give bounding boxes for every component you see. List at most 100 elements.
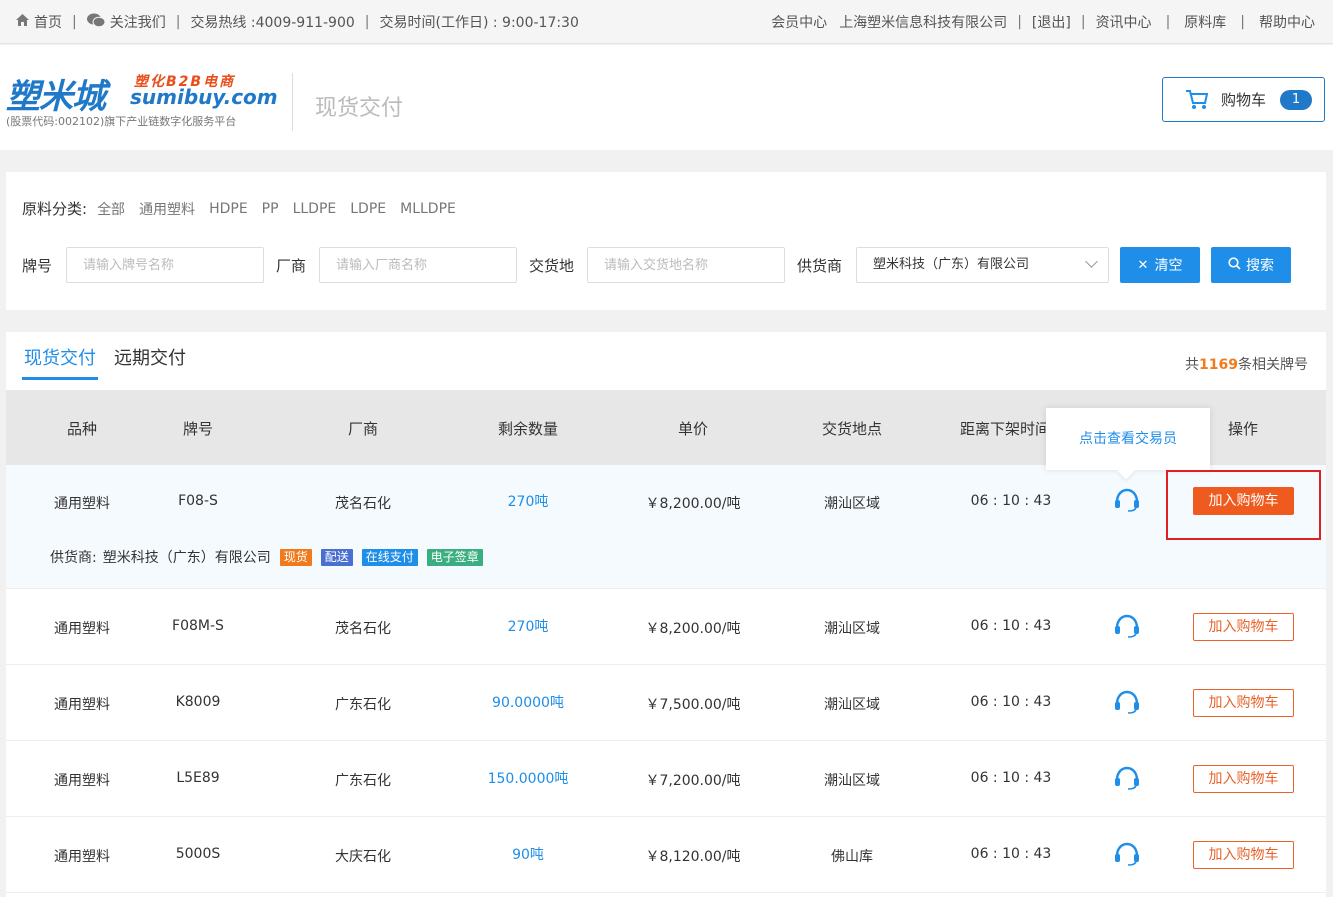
row-variety: 通用塑料 <box>54 496 110 512</box>
row-price: ￥8,120.00/吨 <box>645 849 741 865</box>
maker-label: 厂商 <box>276 257 307 275</box>
row-maker: 广东石化 <box>335 697 391 713</box>
row-supplier-name[interactable]: 塑米科技（广东）有限公司 <box>103 547 271 567</box>
category-option-hdpe[interactable]: HDPE <box>209 201 248 217</box>
filter-panel: 原料分类: 全部 通用塑料 HDPE PP LLDPE LDPE MLLDPE … <box>6 172 1326 310</box>
row-countdown: 06 : 10 : 43 <box>970 618 1052 634</box>
member-center-link[interactable]: 会员中心 <box>771 12 827 32</box>
table-row: 通用塑料 F08-S 茂名石化 270吨 ￥8,200.00/吨 潮汕区域 06… <box>6 465 1326 589</box>
headset-icon[interactable] <box>1113 487 1141 513</box>
tag-online-payment: 在线支付 <box>361 548 418 566</box>
row-quantity: 270吨 <box>507 619 549 635</box>
close-icon: ✕ <box>1137 257 1149 273</box>
company-name-link[interactable]: 上海塑米信息科技有限公司 <box>839 12 1007 32</box>
home-link[interactable]: 首页 <box>34 12 62 32</box>
cart-button[interactable]: 购物车 1 <box>1162 77 1325 122</box>
search-button[interactable]: 搜索 <box>1211 247 1291 283</box>
delivery-tabs: 现货交付 远期交付 <box>22 344 202 380</box>
clear-button[interactable]: ✕ 清空 <box>1120 247 1200 283</box>
supplier-select[interactable]: 塑米科技（广东）有限公司 <box>856 247 1109 283</box>
headset-icon[interactable] <box>1113 765 1141 791</box>
row-quantity: 270吨 <box>507 494 549 510</box>
headset-icon[interactable] <box>1113 613 1141 639</box>
row-brand[interactable]: F08-S <box>158 493 238 509</box>
top-bar: 首页 | 关注我们 | 交易热线 :4009-911-900 | 交易时间(工作… <box>0 0 1333 44</box>
add-to-cart-highlight <box>1166 470 1321 540</box>
row-maker: 大庆石化 <box>335 849 391 865</box>
category-option-lldpe[interactable]: LLDPE <box>293 201 337 217</box>
category-label: 原料分类: <box>22 200 88 218</box>
product-list-panel: 现货交付 远期交付 共1169条相关牌号 品种 牌号 厂商 剩余数量 单价 交货… <box>6 332 1326 897</box>
category-option-all[interactable]: 全部 <box>97 199 125 219</box>
follow-us-link[interactable]: 关注我们 <box>110 12 166 32</box>
row-brand[interactable]: F08M-S <box>158 618 238 634</box>
category-option-ldpe[interactable]: LDPE <box>350 201 386 217</box>
materials-link[interactable]: 原料库 <box>1184 12 1226 32</box>
tag-delivery: 配送 <box>320 548 353 566</box>
tag-e-signature: 电子签章 <box>426 548 483 566</box>
row-maker: 广东石化 <box>335 773 391 789</box>
row-countdown: 06 : 10 : 43 <box>970 493 1052 509</box>
row-quantity: 150.0000吨 <box>487 771 569 787</box>
column-header-delivery-place: 交货地点 <box>821 420 882 438</box>
site-logo[interactable]: 塑米城 塑化B2B电商 sumibuy.com (股票代码:002102)旗下产… <box>6 69 278 129</box>
row-maker: 茂名石化 <box>335 621 391 637</box>
maker-input[interactable] <box>319 247 517 283</box>
headset-icon[interactable] <box>1113 841 1141 867</box>
trader-tooltip: 点击查看交易员 <box>1046 408 1210 480</box>
add-to-cart-button[interactable]: 加入购物车 <box>1193 689 1294 717</box>
table-row: 通用塑料 5000S 大庆石化 90吨 ￥8,120.00/吨 佛山库 06 :… <box>6 817 1326 893</box>
row-brand[interactable]: 5000S <box>158 846 238 862</box>
table-row: 通用塑料 K8009 广东石化 90.0000吨 ￥7,500.00/吨 潮汕区… <box>6 665 1326 741</box>
row-delivery-place: 潮汕区域 <box>824 621 880 637</box>
row-price: ￥8,200.00/吨 <box>645 496 741 512</box>
cart-count-badge: 1 <box>1280 89 1313 110</box>
supplier-label: 供货商 <box>797 257 843 275</box>
row-variety: 通用塑料 <box>54 621 110 637</box>
logout-link[interactable]: [退出] <box>1032 12 1071 32</box>
row-price: ￥7,500.00/吨 <box>645 697 741 713</box>
category-option-mlldpe[interactable]: MLLDPE <box>400 201 456 217</box>
page-title: 现货交付 <box>315 96 404 121</box>
total-count: 共1169条相关牌号 <box>1185 357 1308 373</box>
add-to-cart-button[interactable]: 加入购物车 <box>1193 765 1294 793</box>
headset-icon[interactable] <box>1113 689 1141 715</box>
hotline-text: 交易热线 :4009-911-900 <box>190 15 355 31</box>
row-variety: 通用塑料 <box>54 773 110 789</box>
tag-spot: 现货 <box>279 548 312 566</box>
row-brand[interactable]: L5E89 <box>158 770 238 786</box>
trading-hours-text: 交易时间(工作日) : 9:00-17:30 <box>379 15 579 31</box>
row-countdown: 06 : 10 : 43 <box>970 846 1052 862</box>
row-countdown: 06 : 10 : 43 <box>970 770 1052 786</box>
row-quantity: 90.0000吨 <box>492 695 564 711</box>
column-header-quantity: 剩余数量 <box>497 420 558 438</box>
category-filter: 原料分类: 全部 通用塑料 HDPE PP LLDPE LDPE MLLDPE <box>22 198 470 219</box>
site-header: 塑米城 塑化B2B电商 sumibuy.com (股票代码:002102)旗下产… <box>0 45 1333 150</box>
add-to-cart-button[interactable]: 加入购物车 <box>1193 613 1294 641</box>
category-option-pp[interactable]: PP <box>262 201 279 217</box>
category-option-general-plastic[interactable]: 通用塑料 <box>139 199 195 219</box>
row-delivery-place: 潮汕区域 <box>824 697 880 713</box>
news-center-link[interactable]: 资讯中心 <box>1096 12 1152 32</box>
row-variety: 通用塑料 <box>54 697 110 713</box>
brand-label: 牌号 <box>22 257 53 275</box>
delivery-place-label: 交货地 <box>529 257 575 275</box>
help-center-link[interactable]: 帮助中心 <box>1259 12 1315 32</box>
row-quantity: 90吨 <box>512 847 544 863</box>
tab-forward-delivery[interactable]: 远期交付 <box>112 344 188 380</box>
row-price: ￥8,200.00/吨 <box>645 621 741 637</box>
row-brand[interactable]: K8009 <box>158 694 238 710</box>
brand-input[interactable] <box>66 247 264 283</box>
header-divider <box>292 73 293 131</box>
column-header-maker: 厂商 <box>347 420 378 438</box>
home-icon <box>16 14 29 30</box>
add-to-cart-button[interactable]: 加入购物车 <box>1193 841 1294 869</box>
shopping-cart-icon <box>1185 89 1209 111</box>
delivery-place-input[interactable] <box>587 247 785 283</box>
row-maker: 茂名石化 <box>335 496 391 512</box>
supplier-select-value: 塑米科技（广东）有限公司 <box>873 257 1030 272</box>
wechat-icon <box>86 13 106 31</box>
row-delivery-place: 佛山库 <box>831 849 873 865</box>
row-countdown: 06 : 10 : 43 <box>970 694 1052 710</box>
tab-spot-delivery[interactable]: 现货交付 <box>22 344 98 380</box>
